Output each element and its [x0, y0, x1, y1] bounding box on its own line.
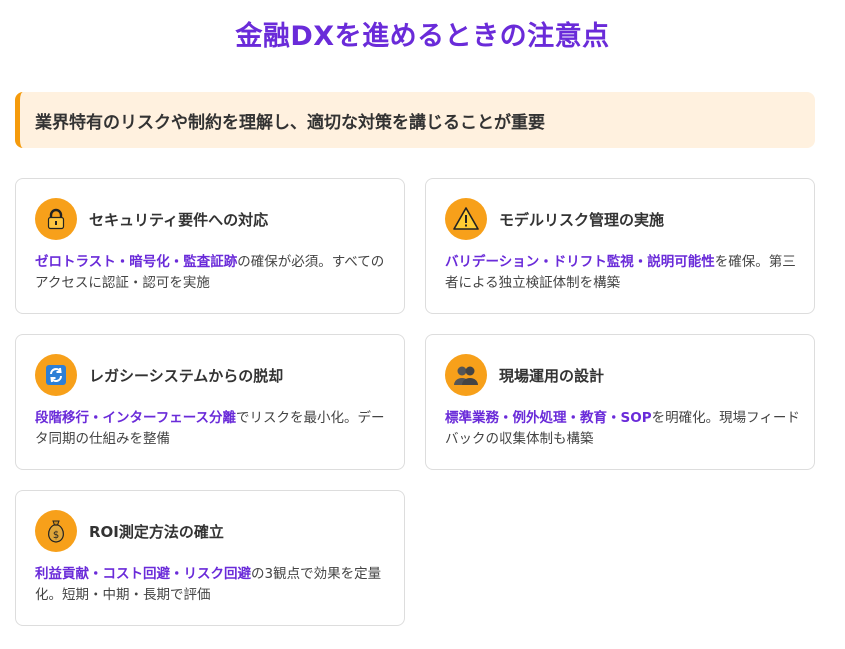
page-title: 金融DXを進めるときの注意点 [235, 21, 610, 52]
card-field-operation: 現場運用の設計 標準業務・例外処理・教育・SOPを明確化。現場フィードバックの収… [425, 334, 815, 470]
card-body: バリデーション・ドリフト監視・説明可能性を確保。第三者による独立検証体制を構築 [445, 252, 800, 294]
card-title: 現場運用の設計 [499, 366, 605, 385]
svg-text:$: $ [53, 530, 59, 541]
card-title: セキュリティ要件への対応 [89, 210, 269, 229]
card-highlight: 段階移行・インターフェース分離 [35, 410, 237, 426]
lock-icon [35, 198, 77, 240]
card-highlight: 利益貢献・コスト回避・リスク回避 [35, 566, 251, 582]
card-highlight: 標準業務・例外処理・教育・SOP [445, 410, 652, 426]
warning-icon [445, 198, 487, 240]
card-roi: $ ROI測定方法の確立 利益貢献・コスト回避・リスク回避の3観点で効果を定量化… [15, 490, 405, 626]
card-body: 利益貢献・コスト回避・リスク回避の3観点で効果を定量化。短期・中期・長期で評価 [35, 564, 390, 606]
money-bag-icon: $ [35, 510, 77, 552]
people-icon [445, 354, 487, 396]
card-legacy: レガシーシステムからの脱却 段階移行・インターフェース分離でリスクを最小化。デー… [15, 334, 405, 470]
card-body: 標準業務・例外処理・教育・SOPを明確化。現場フィードバックの収集体制も構築 [445, 408, 800, 450]
card-model-risk: モデルリスク管理の実施 バリデーション・ドリフト監視・説明可能性を確保。第三者に… [425, 178, 815, 314]
refresh-icon [35, 354, 77, 396]
summary-banner: 業界特有のリスクや制約を理解し、適切な対策を講じることが重要 [15, 92, 815, 148]
card-body: ゼロトラスト・暗号化・監査証跡の確保が必須。すべてのアクセスに認証・認可を実施 [35, 252, 390, 294]
card-title: ROI測定方法の確立 [89, 522, 224, 541]
card-title: モデルリスク管理の実施 [499, 210, 665, 229]
card-title: レガシーシステムからの脱却 [89, 366, 284, 385]
card-body: 段階移行・インターフェース分離でリスクを最小化。データ同期の仕組みを整備 [35, 408, 390, 450]
card-security: セキュリティ要件への対応 ゼロトラスト・暗号化・監査証跡の確保が必須。すべてのア… [15, 178, 405, 314]
card-highlight: ゼロトラスト・暗号化・監査証跡 [35, 254, 238, 270]
card-highlight: バリデーション・ドリフト監視・説明可能性 [445, 254, 715, 270]
